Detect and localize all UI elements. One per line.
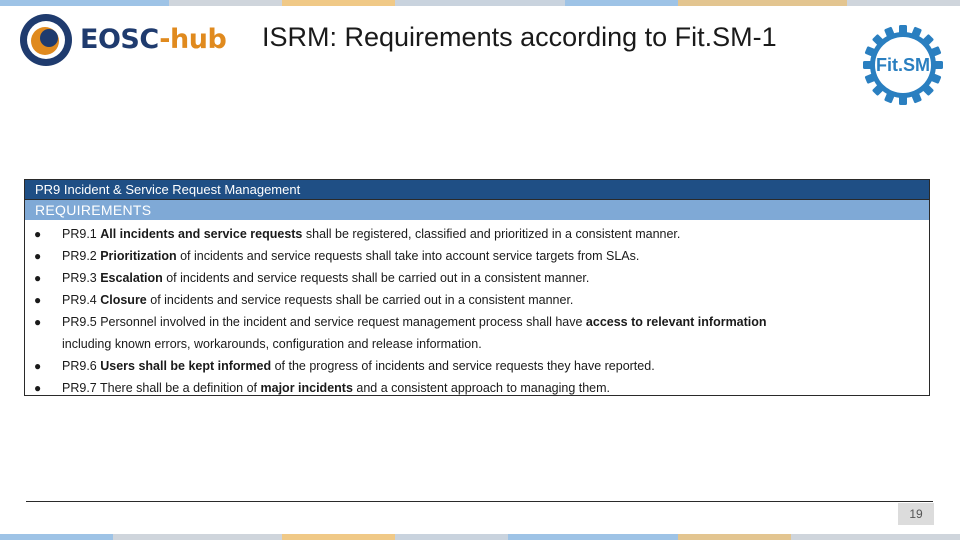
requirement-emphasis: Closure — [100, 293, 147, 307]
strip-segment — [112, 534, 283, 540]
requirement-text: PR9.6 — [62, 359, 101, 373]
requirement-text: PR9.3 — [62, 271, 101, 285]
strip-segment — [395, 534, 509, 540]
strip-segment — [677, 534, 791, 540]
strip-segment — [169, 0, 283, 6]
requirement-line: PR9.6 Users shall be kept informed of th… — [62, 355, 889, 377]
requirement-item: ● PR9.5 Personnel involved in the inciden… — [25, 311, 929, 355]
eosc-dash: - — [159, 24, 170, 55]
requirement-text: PR9.4 — [62, 293, 101, 307]
strip-segment — [564, 0, 678, 6]
strip-segment — [282, 0, 396, 6]
footer-divider — [26, 501, 933, 502]
requirement-item: ● PR9.3 Escalation of incidents and servi… — [25, 267, 929, 289]
requirements-heading: PR9 Incident & Service Request Managemen… — [25, 180, 929, 200]
strip-segment — [395, 0, 565, 6]
eosc-hub-wordmark: EOSC-hub — [80, 24, 227, 55]
requirement-item: ● PR9.6 Users shall be kept informed of t… — [25, 355, 929, 377]
strip-segment — [282, 534, 396, 540]
bullet-icon: ● — [34, 271, 42, 285]
requirement-line: PR9.5 Personnel involved in the incident… — [62, 311, 889, 333]
requirement-line: PR9.7 There shall be a definition of maj… — [62, 377, 889, 399]
requirement-line: PR9.2 Prioritization of incidents and se… — [62, 245, 889, 267]
strip-segment — [0, 534, 113, 540]
requirement-text: including known errors, workarounds, con… — [62, 337, 482, 351]
requirement-text: of the progress of incidents and service… — [271, 359, 655, 373]
requirement-item: ● PR9.2 Prioritization of incidents and s… — [25, 245, 929, 267]
requirement-text: of incidents and service requests shall … — [162, 271, 590, 285]
requirement-text: of incidents and service requests shall … — [176, 249, 640, 263]
strip-segment — [508, 534, 678, 540]
requirement-item: ● PR9.7 There shall be a definition of ma… — [25, 377, 929, 399]
requirement-text: of incidents and service requests shall … — [146, 293, 574, 307]
requirements-subheading: REQUIREMENTS — [25, 200, 929, 220]
fitsm-logo-icon: Fit.SM — [863, 25, 943, 105]
bullet-icon: ● — [34, 249, 42, 263]
requirement-text: PR9.7 There shall be a definition of — [62, 381, 261, 395]
bottom-color-strip — [0, 534, 960, 540]
bullet-icon: ● — [34, 315, 42, 329]
requirement-item: ● PR9.4 Closure of incidents and service … — [25, 289, 929, 311]
strip-segment — [790, 534, 960, 540]
requirement-text: shall be registered, classified and prio… — [302, 227, 681, 241]
bullet-icon: ● — [34, 359, 42, 373]
page-title: ISRM: Requirements according to Fit.SM-1 — [262, 22, 777, 52]
strip-segment — [0, 0, 170, 6]
requirement-text: PR9.1 — [62, 227, 101, 241]
requirement-emphasis: Prioritization — [100, 249, 177, 263]
top-color-strip — [0, 0, 960, 6]
requirement-emphasis: Users shall be kept informed — [100, 359, 272, 373]
page-number: 19 — [898, 503, 934, 525]
requirement-text: PR9.5 Personnel involved in the incident… — [62, 315, 586, 329]
eosc-logo-mark-icon — [20, 14, 72, 66]
requirement-text: and a consistent approach to managing th… — [352, 381, 611, 395]
bullet-icon: ● — [34, 381, 42, 395]
requirement-emphasis: major incidents — [260, 381, 353, 395]
requirement-emphasis: All incidents and service requests — [100, 227, 303, 241]
strip-segment — [677, 0, 848, 6]
eosc-text: EOSC — [80, 24, 160, 55]
eosc-hub-logo: EOSC-hub — [18, 12, 227, 70]
requirement-line: PR9.3 Escalation of incidents and servic… — [62, 267, 889, 289]
bullet-icon: ● — [34, 293, 42, 307]
requirements-list: ● PR9.1 All incidents and service request… — [25, 220, 929, 399]
requirement-line: PR9.4 Closure of incidents and service r… — [62, 289, 889, 311]
requirement-text: PR9.2 — [62, 249, 101, 263]
requirement-line: PR9.1 All incidents and service requests… — [62, 223, 889, 245]
requirement-item: ● PR9.1 All incidents and service request… — [25, 223, 929, 245]
hub-text: hub — [170, 24, 227, 55]
requirements-table: PR9 Incident & Service Request Managemen… — [24, 179, 930, 396]
requirement-line: including known errors, workarounds, con… — [62, 333, 889, 355]
strip-segment — [847, 0, 960, 6]
requirement-emphasis: access to relevant information — [585, 315, 767, 329]
bullet-icon: ● — [34, 227, 42, 241]
requirement-emphasis: Escalation — [100, 271, 163, 285]
fitsm-logo-text: Fit.SM — [876, 55, 930, 75]
